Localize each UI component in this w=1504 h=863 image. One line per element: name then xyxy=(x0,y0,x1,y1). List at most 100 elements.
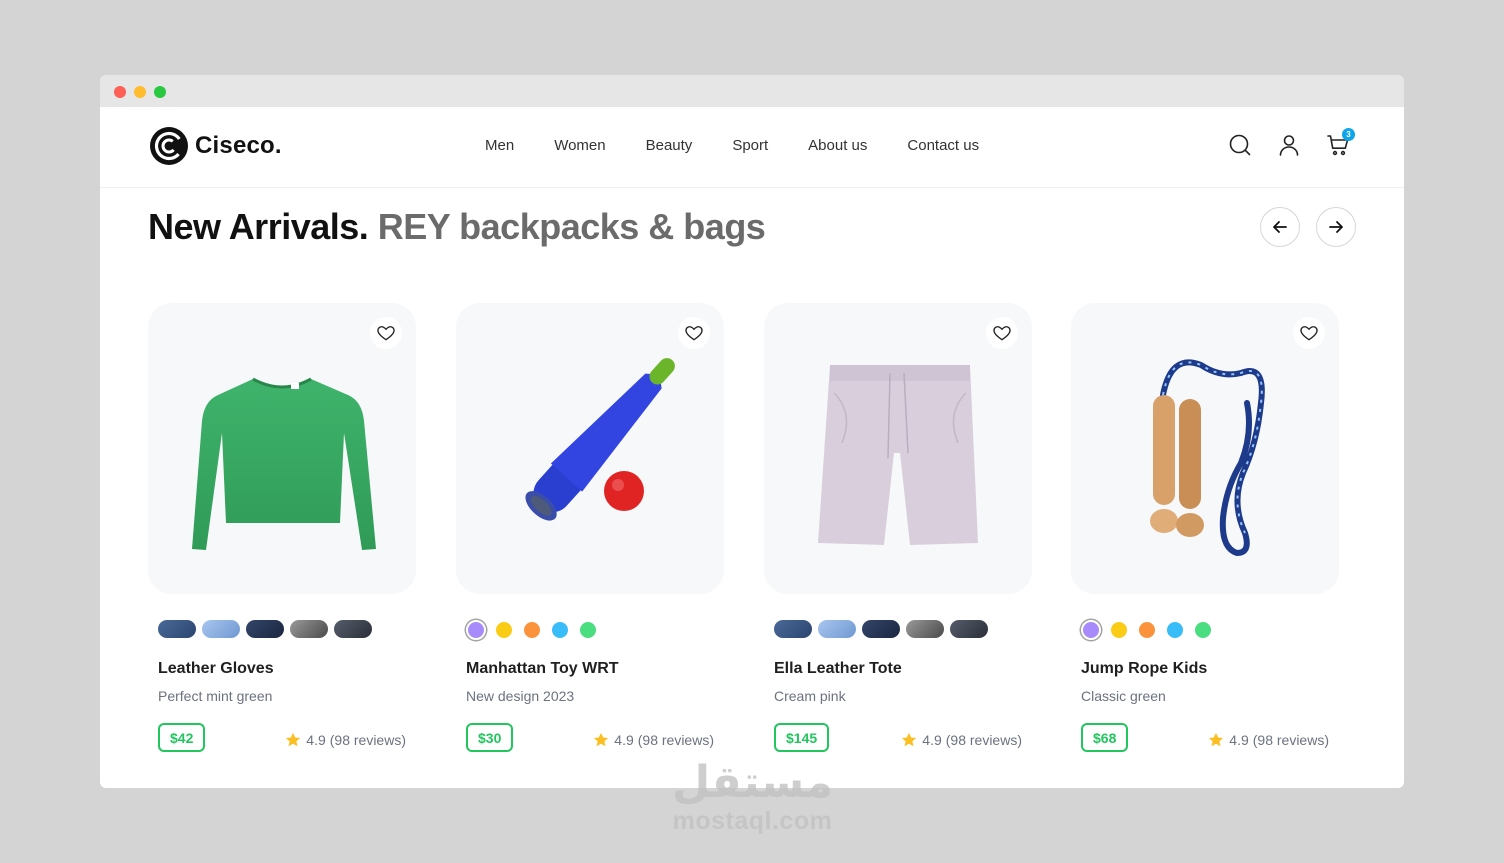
product-rating: 4.9 (98 reviews) xyxy=(900,731,1022,749)
close-window-button[interactable] xyxy=(114,86,126,98)
logo-mark-icon xyxy=(150,127,188,165)
nav-item-contact-us[interactable]: Contact us xyxy=(907,137,979,154)
toy-bat-image xyxy=(525,358,675,521)
review-count: (98 reviews) xyxy=(945,732,1022,748)
search-button[interactable] xyxy=(1228,133,1252,157)
prev-slide-button[interactable] xyxy=(1260,207,1300,247)
star-icon xyxy=(594,732,609,747)
swatch-option[interactable] xyxy=(550,620,570,640)
swatch-option[interactable] xyxy=(1165,620,1185,640)
swatch-option[interactable] xyxy=(906,620,944,638)
rating-value: 4.9 xyxy=(614,732,634,748)
swatch-option[interactable] xyxy=(494,620,514,640)
swatch-option[interactable] xyxy=(1193,620,1213,640)
product-name[interactable]: Leather Gloves xyxy=(158,660,274,678)
color-swatches xyxy=(774,620,988,638)
green-sweater-image xyxy=(192,377,376,550)
watermark-arabic: مستقل xyxy=(672,757,833,808)
maximize-window-button[interactable] xyxy=(154,86,166,98)
nav-item-men[interactable]: Men xyxy=(485,137,514,154)
product-card[interactable]: Jump Rope Kids Classic green $68 4.9 (98… xyxy=(1071,303,1339,752)
product-rating: 4.9 (98 reviews) xyxy=(1207,731,1329,749)
review-count: (98 reviews) xyxy=(637,732,714,748)
swatch-option[interactable] xyxy=(578,620,598,640)
swatch-option[interactable] xyxy=(950,620,988,638)
browser-window: Ciseco. Men Women Beauty Sport About us … xyxy=(100,75,1404,788)
product-image-frame[interactable] xyxy=(1071,303,1339,594)
product-name[interactable]: Jump Rope Kids xyxy=(1081,660,1207,678)
header-actions: 3 xyxy=(1228,128,1355,157)
product-price: $30 xyxy=(466,723,514,752)
product-price: $145 xyxy=(774,723,830,752)
cart-button[interactable]: 3 xyxy=(1326,128,1355,157)
nav-item-women[interactable]: Women xyxy=(554,137,605,154)
rating-value: 4.9 xyxy=(306,732,326,748)
swatch-option[interactable] xyxy=(522,620,542,640)
star-icon xyxy=(1209,732,1224,747)
color-swatches xyxy=(466,620,598,640)
favorite-button[interactable] xyxy=(1293,317,1325,349)
account-button[interactable] xyxy=(1277,133,1301,157)
swatch-option[interactable] xyxy=(862,620,900,638)
nav-item-about-us[interactable]: About us xyxy=(808,137,867,154)
color-swatches xyxy=(1081,620,1213,640)
product-image-frame[interactable] xyxy=(456,303,724,594)
review-count: (98 reviews) xyxy=(329,732,406,748)
rating-value: 4.9 xyxy=(922,732,942,748)
brand-logo[interactable]: Ciseco. xyxy=(150,127,282,165)
swatch-option[interactable] xyxy=(246,620,284,638)
swatch-option[interactable] xyxy=(1109,620,1129,640)
favorite-button[interactable] xyxy=(986,317,1018,349)
product-card[interactable]: Manhattan Toy WRT New design 2023 $30 4.… xyxy=(456,303,724,752)
product-rating: 4.9 (98 reviews) xyxy=(284,731,406,749)
product-name[interactable]: Ella Leather Tote xyxy=(774,660,902,678)
swatch-option[interactable] xyxy=(334,620,372,638)
swatch-option[interactable] xyxy=(466,620,486,640)
swatch-option[interactable] xyxy=(290,620,328,638)
product-description: Classic green xyxy=(1081,688,1166,704)
cart-count-badge: 3 xyxy=(1342,128,1355,141)
swatch-option[interactable] xyxy=(158,620,196,638)
watermark: مستقل mostaql.com xyxy=(660,757,845,835)
product-rating: 4.9 (98 reviews) xyxy=(592,731,714,749)
swatch-option[interactable] xyxy=(1081,620,1101,640)
shorts-image xyxy=(818,365,978,545)
watermark-latin: mostaql.com xyxy=(672,807,833,835)
section-title-bold: New Arrivals. xyxy=(148,206,369,247)
next-slide-button[interactable] xyxy=(1316,207,1356,247)
search-icon xyxy=(1229,134,1251,156)
swatch-option[interactable] xyxy=(774,620,812,638)
product-description: New design 2023 xyxy=(466,688,575,704)
star-icon xyxy=(286,732,301,747)
product-price: $42 xyxy=(158,723,206,752)
swatch-option[interactable] xyxy=(1137,620,1157,640)
minimize-window-button[interactable] xyxy=(134,86,146,98)
section-title: New Arrivals. REY backpacks & bags xyxy=(148,206,766,248)
product-image-frame[interactable] xyxy=(148,303,416,594)
product-card[interactable]: Leather Gloves Perfect mint green $42 4.… xyxy=(148,303,416,752)
user-icon xyxy=(1279,135,1299,156)
product-description: Cream pink xyxy=(774,688,846,704)
jump-rope-image xyxy=(1150,359,1265,557)
product-image-frame[interactable] xyxy=(764,303,1032,594)
product-card[interactable]: Ella Leather Tote Cream pink $145 4.9 (9… xyxy=(764,303,1032,752)
product-name[interactable]: Manhattan Toy WRT xyxy=(466,660,619,678)
swatch-option[interactable] xyxy=(202,620,240,638)
arrow-right-icon xyxy=(1329,221,1343,233)
main-nav: Men Women Beauty Sport About us Contact … xyxy=(485,137,1019,154)
section-title-muted: REY backpacks & bags xyxy=(377,206,766,247)
favorite-button[interactable] xyxy=(370,317,402,349)
swatch-option[interactable] xyxy=(818,620,856,638)
product-description: Perfect mint green xyxy=(158,688,273,704)
arrow-left-icon xyxy=(1273,221,1287,233)
favorite-button[interactable] xyxy=(678,317,710,349)
nav-item-sport[interactable]: Sport xyxy=(732,137,768,154)
rating-value: 4.9 xyxy=(1229,732,1249,748)
review-count: (98 reviews) xyxy=(1252,732,1329,748)
color-swatches xyxy=(158,620,372,638)
brand-name: Ciseco. xyxy=(195,132,282,159)
nav-item-beauty[interactable]: Beauty xyxy=(646,137,693,154)
window-titlebar xyxy=(100,75,1404,107)
star-icon xyxy=(902,732,917,747)
heart-icon xyxy=(377,326,395,341)
